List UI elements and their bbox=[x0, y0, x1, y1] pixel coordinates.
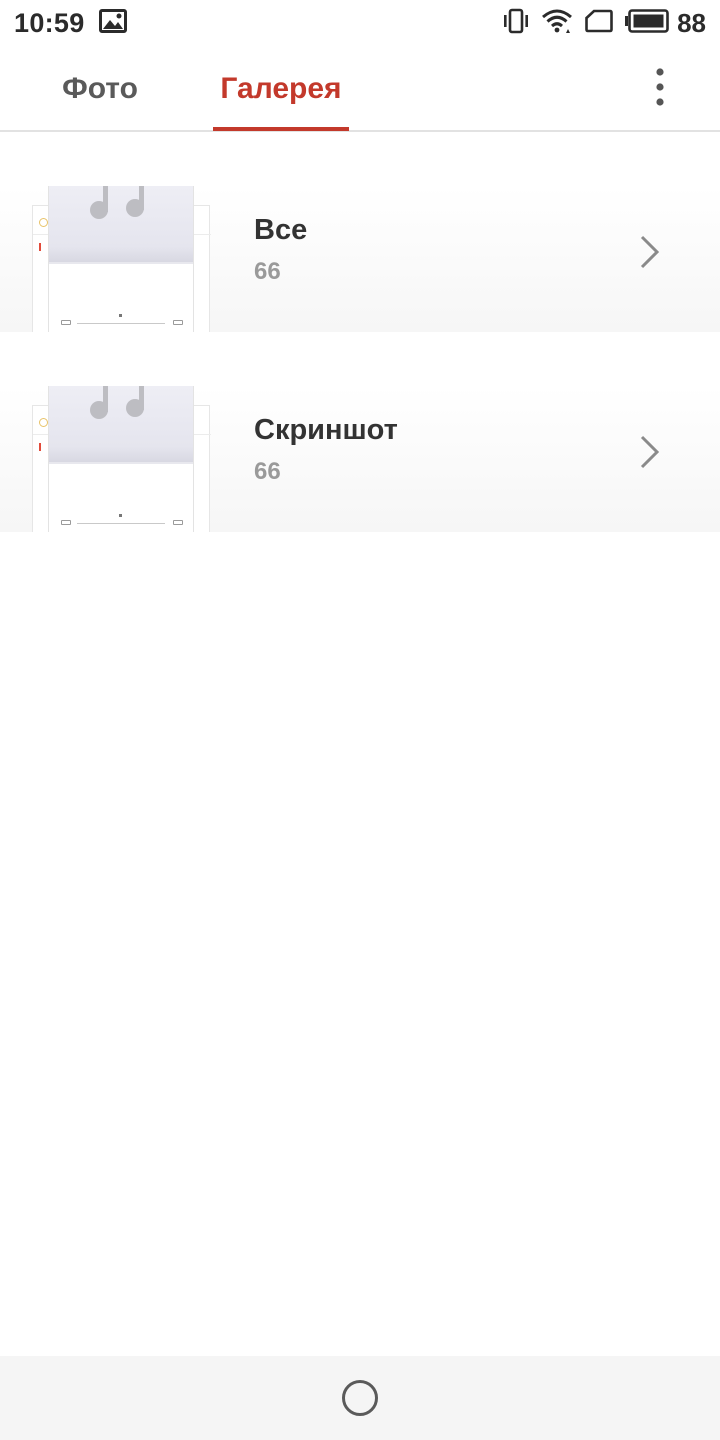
thumbnail-front-page bbox=[48, 186, 194, 332]
chevron-right-icon bbox=[636, 432, 664, 472]
home-circle-icon[interactable] bbox=[342, 1380, 378, 1416]
vibrate-icon bbox=[503, 8, 529, 39]
more-vertical-icon bbox=[654, 67, 666, 112]
status-time: 10:59 bbox=[14, 7, 85, 38]
gallery-screen: 10:59 88 Фото Галерея Все 66 Скриншот 66 bbox=[0, 0, 720, 1440]
tab-photo[interactable]: Фото bbox=[44, 46, 156, 132]
navigation-bar bbox=[0, 1356, 720, 1440]
album-row-all[interactable]: Все 66 bbox=[0, 186, 720, 332]
sim-card-icon bbox=[585, 9, 613, 38]
music-app-art bbox=[49, 186, 193, 262]
music-app-art bbox=[49, 386, 193, 462]
album-thumbnail bbox=[32, 186, 212, 332]
image-notification-icon bbox=[98, 8, 127, 38]
status-left: 10:59 bbox=[14, 8, 127, 39]
album-row-screenshots[interactable]: Скриншот 66 bbox=[0, 386, 720, 532]
wifi-icon bbox=[541, 8, 573, 39]
status-right: 88 bbox=[491, 8, 706, 39]
tab-gallery[interactable]: Галерея bbox=[213, 46, 349, 132]
more-options-button[interactable] bbox=[638, 67, 682, 111]
header-tabs: Фото Галерея bbox=[0, 46, 720, 132]
active-tab-indicator bbox=[213, 127, 349, 131]
album-name: Скриншот bbox=[254, 414, 398, 446]
status-bar: 10:59 88 bbox=[0, 0, 720, 46]
album-name: Все bbox=[254, 214, 308, 246]
album-count: 66 bbox=[254, 458, 281, 485]
album-thumbnail bbox=[32, 386, 212, 532]
thumbnail-front-page bbox=[48, 386, 194, 532]
chevron-right-icon bbox=[636, 232, 664, 272]
battery-icon bbox=[625, 8, 669, 38]
album-count: 66 bbox=[254, 258, 281, 285]
battery-level: 88 bbox=[677, 7, 706, 38]
